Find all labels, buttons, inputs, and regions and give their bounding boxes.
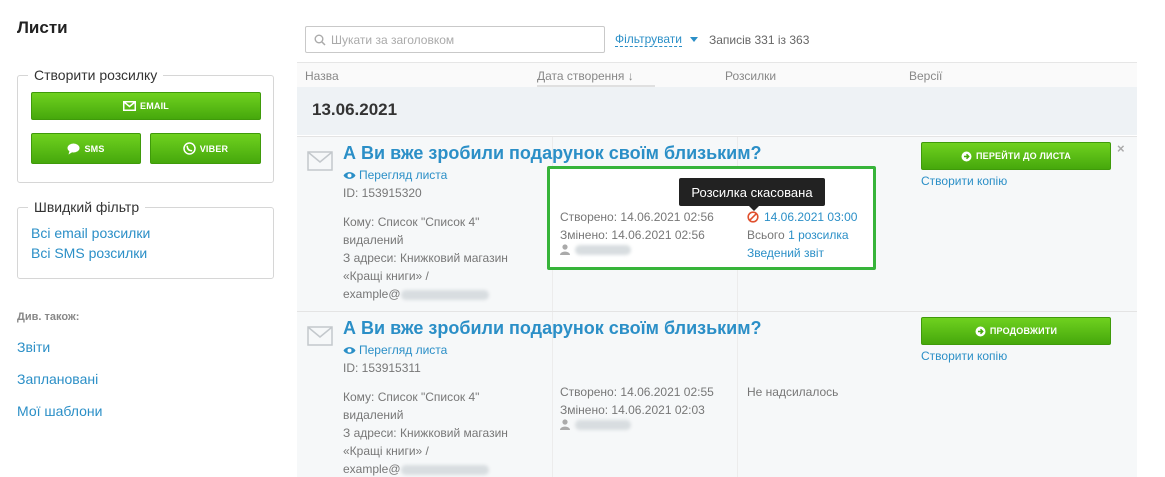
to-deleted: видалений: [343, 408, 404, 422]
row-id: ID: 153915320: [343, 186, 422, 200]
from-email: example@: [343, 462, 401, 476]
send-total: Всього 1 розсилка: [747, 226, 857, 244]
scheduled-link[interactable]: Заплановані: [17, 371, 98, 387]
go-to-letter-button[interactable]: Перейти до листа: [921, 142, 1111, 170]
from-email-line: example@: [343, 285, 543, 303]
send-count-link[interactable]: 1 розсилка: [788, 228, 848, 242]
created-date: Створено: 14.06.2021 02:56: [560, 210, 714, 224]
preview-link[interactable]: Перегляд листа: [343, 168, 447, 182]
preview-link[interactable]: Перегляд листа: [343, 343, 447, 357]
from-email: example@: [343, 287, 401, 301]
continue-button[interactable]: Продовжити: [921, 317, 1111, 345]
summary-report-link[interactable]: Зведений звіт: [747, 246, 824, 260]
tooltip: Розсилка скасована: [679, 178, 825, 211]
from-name: «Кращі книги» /: [343, 269, 429, 283]
date-group-header: 13.06.2021: [297, 87, 1137, 135]
records-count: Записів 331 із 363: [709, 33, 810, 47]
arrow-circle-icon: [975, 326, 986, 336]
to-line: Кому: Список "Список 4": [343, 215, 480, 229]
to-line: Кому: Список "Список 4": [343, 390, 480, 404]
recipients-info: Кому: Список "Список 4" видалений З адре…: [343, 213, 543, 303]
create-campaign-box: Створити розсилку Email SMS Viber: [17, 67, 274, 183]
create-sms-button[interactable]: SMS: [31, 133, 141, 164]
redacted-text: [400, 289, 489, 300]
row-title-link[interactable]: А Ви вже зробили подарунок своїм близьки…: [343, 318, 762, 339]
redacted-text: [575, 419, 631, 430]
search-input[interactable]: [331, 32, 591, 47]
author-line: [560, 419, 714, 430]
sends-block: 14.06.2021 03:00 Всього 1 розсилка Зведе…: [747, 208, 857, 262]
create-email-button[interactable]: Email: [31, 92, 261, 120]
envelope-icon: [307, 151, 333, 171]
send-total-prefix: Всього: [747, 228, 785, 242]
dates-block: Створено: 14.06.2021 02:55 Змінено: 14.0…: [560, 383, 714, 430]
arrow-circle-icon: [961, 151, 972, 161]
envelope-icon: [307, 326, 333, 346]
user-icon: [560, 244, 570, 255]
create-campaign-legend: Створити розсилку: [28, 67, 164, 83]
author-line: [560, 244, 714, 255]
reports-link[interactable]: Звіти: [17, 339, 50, 355]
create-copy-link[interactable]: Створити копію: [921, 349, 1007, 363]
from-line: З адреси: Книжковий магазин: [343, 251, 508, 265]
created-date: Створено: 14.06.2021 02:55: [560, 385, 714, 399]
redacted-text: [400, 464, 489, 475]
quick-filter-box: Швидкий фільтр Всі email розсилки Всі SM…: [17, 199, 274, 279]
page-title: Листи: [17, 18, 68, 37]
create-copy-link[interactable]: Створити копію: [921, 174, 1007, 188]
sends-block: Не надсилалось: [747, 383, 838, 401]
envelope-icon: [123, 101, 136, 111]
eye-icon: [343, 346, 356, 354]
user-icon: [560, 419, 570, 430]
chevron-down-icon[interactable]: [690, 37, 698, 42]
create-sms-label: SMS: [84, 143, 105, 154]
modified-date: Змінено: 14.06.2021 02:03: [560, 403, 705, 417]
create-viber-button[interactable]: Viber: [150, 133, 261, 164]
viber-icon: [182, 142, 196, 155]
filter-all-email-link[interactable]: Всі email розсилки: [31, 225, 150, 241]
preview-label: Перегляд листа: [359, 168, 448, 182]
from-name: «Кращі книги» /: [343, 444, 429, 458]
preview-label: Перегляд листа: [359, 343, 448, 357]
search-box[interactable]: [305, 26, 605, 53]
column-date-created[interactable]: Дата створення ↓: [537, 69, 634, 83]
dates-block: Створено: 14.06.2021 02:56 Змінено: 14.0…: [560, 208, 714, 255]
see-also-label: Див. також:: [17, 311, 80, 323]
eye-icon: [343, 171, 356, 179]
cancel-icon[interactable]: [747, 211, 759, 223]
redacted-text: [575, 244, 631, 255]
filter-toggle[interactable]: Фільтрувати: [615, 33, 682, 47]
table-row: А Ви вже зробили подарунок своїм близьки…: [297, 311, 1137, 477]
row-title-link[interactable]: А Ви вже зробили подарунок своїм близьки…: [343, 143, 762, 164]
my-templates-link[interactable]: Мої шаблони: [17, 403, 102, 419]
recipients-info: Кому: Список "Список 4" видалений З адре…: [343, 388, 543, 477]
filter-all-sms-link[interactable]: Всі SMS розсилки: [31, 245, 147, 261]
chat-bubble-icon: [67, 143, 80, 154]
from-email-line: example@: [343, 460, 543, 477]
create-viber-label: Viber: [199, 143, 229, 154]
search-icon: [314, 34, 326, 46]
send-date[interactable]: 14.06.2021 03:00: [764, 208, 857, 226]
close-icon[interactable]: ×: [1117, 141, 1125, 156]
from-line: З адреси: Книжковий магазин: [343, 426, 508, 440]
go-to-letter-label: Перейти до листа: [975, 151, 1071, 161]
group-date: 13.06.2021: [312, 100, 398, 119]
column-versions[interactable]: Версії: [909, 69, 942, 83]
row-id: ID: 153915311: [343, 361, 421, 375]
to-deleted: видалений: [343, 233, 404, 247]
create-email-label: Email: [140, 101, 169, 111]
modified-date: Змінено: 14.06.2021 02:56: [560, 228, 705, 242]
column-header: Назва Дата створення ↓ Розсилки Версії: [297, 62, 1137, 87]
send-cancelled-line[interactable]: 14.06.2021 03:00: [747, 208, 857, 226]
column-name[interactable]: Назва: [305, 69, 339, 83]
continue-label: Продовжити: [989, 326, 1058, 336]
column-sends[interactable]: Розсилки: [725, 69, 776, 83]
send-status: Не надсилалось: [747, 385, 839, 399]
quick-filter-legend: Швидкий фільтр: [28, 199, 146, 215]
